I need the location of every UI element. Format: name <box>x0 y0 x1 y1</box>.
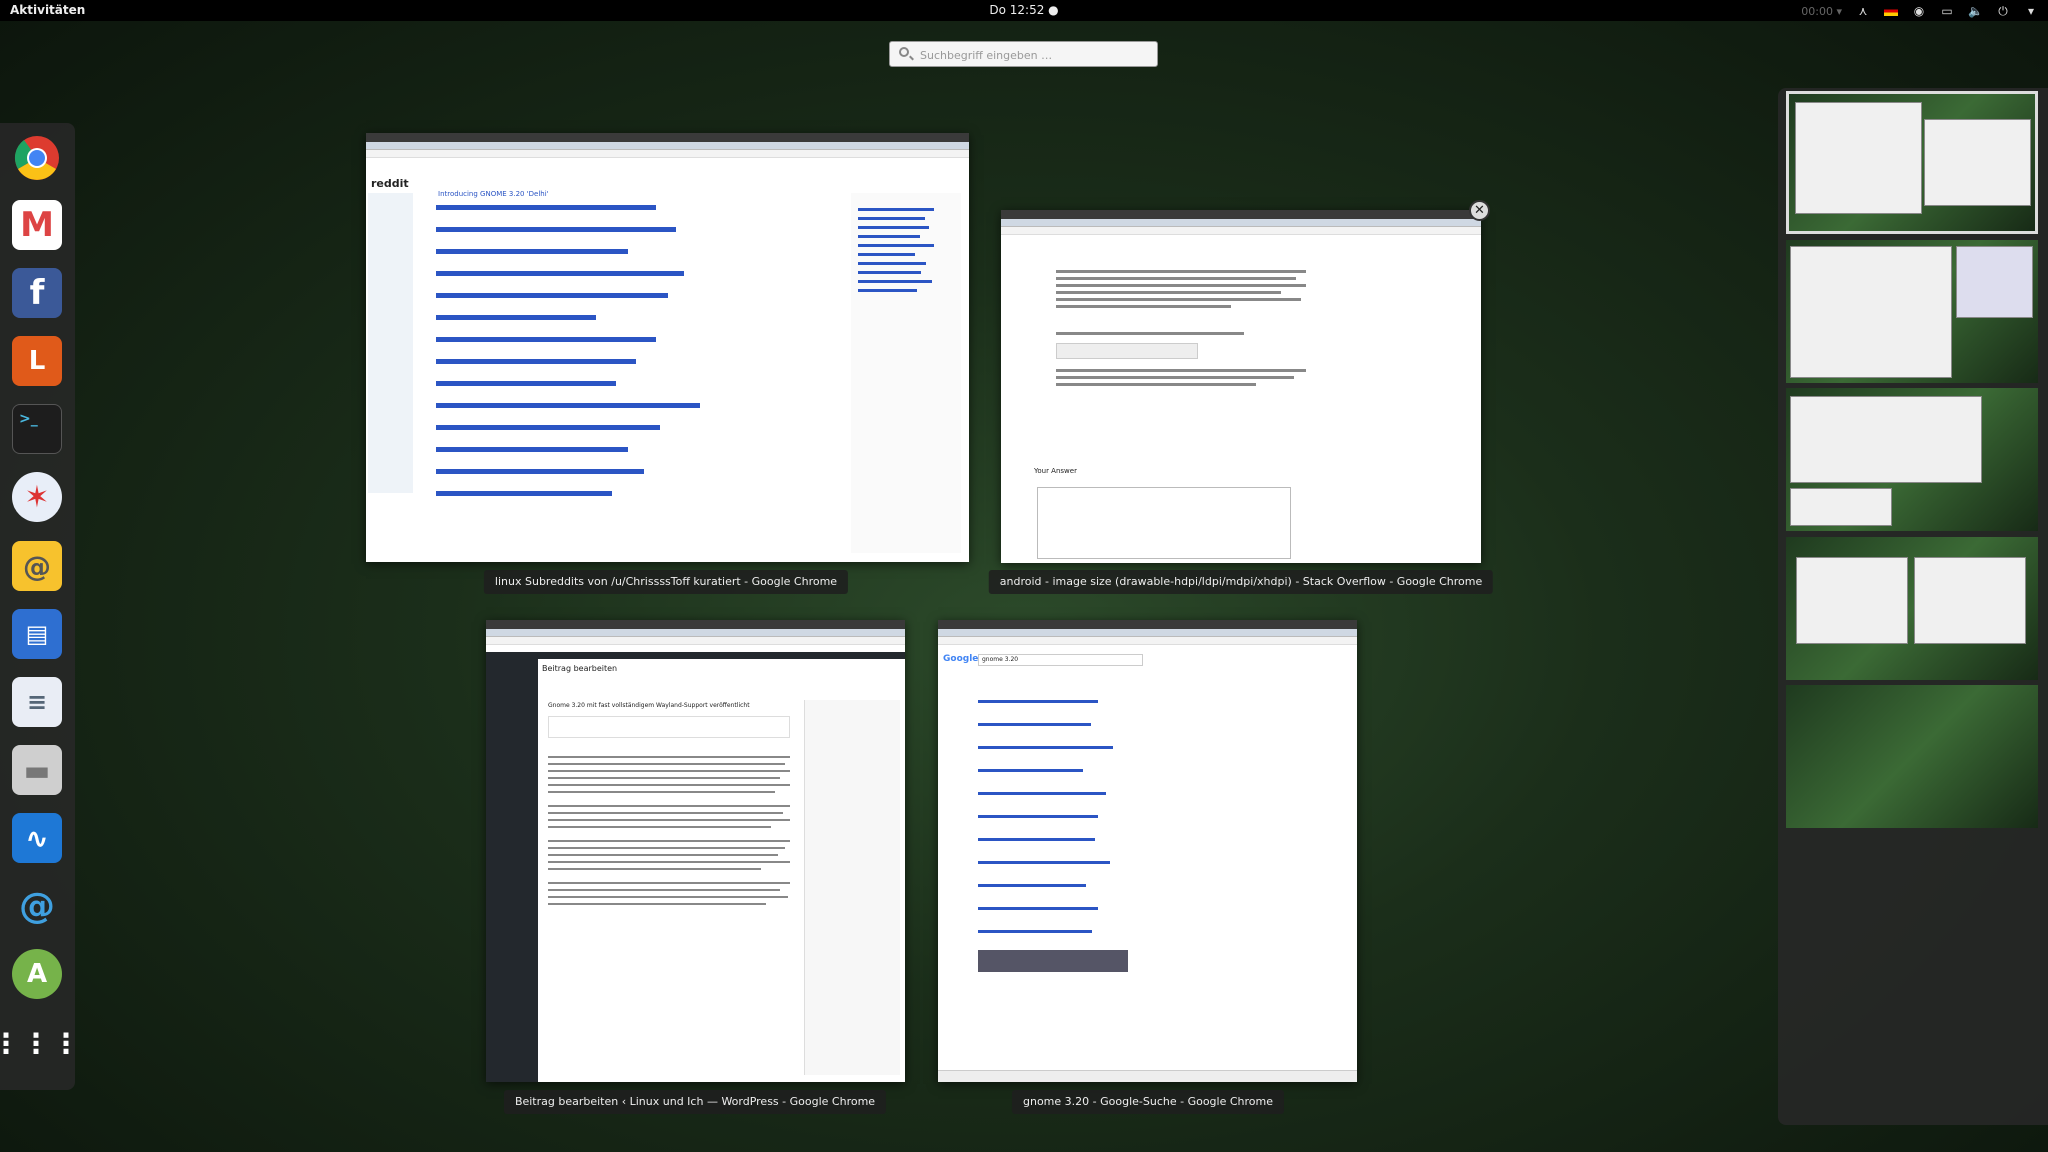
workspace-4[interactable] <box>1786 537 2038 680</box>
text-editor-icon[interactable]: ≡ <box>12 677 62 727</box>
wp-admin-menu <box>486 659 538 1082</box>
google-query: gnome 3.20 <box>978 654 1143 666</box>
wp-heading: Beitrag bearbeiten <box>542 664 618 673</box>
answer-editor <box>1037 487 1291 559</box>
facebook-icon[interactable]: f <box>12 268 62 318</box>
timer-indicator[interactable]: 00:00 ▾ <box>1801 5 1842 18</box>
window-wordpress[interactable]: Beitrag bearbeiten Gnome 3.20 mit fast v… <box>486 620 905 1082</box>
clock[interactable]: Do 12:52 <box>989 3 1044 17</box>
chevron-down-icon[interactable]: ▾ <box>2024 4 2038 18</box>
window-caption: linux Subreddits von /u/ChrissssToff kur… <box>483 570 849 594</box>
google-logo: Google <box>943 654 979 664</box>
downloads-bar <box>938 1070 1357 1082</box>
workspace-5[interactable] <box>1786 685 2038 828</box>
window-caption: Beitrag bearbeiten ‹ Linux und Ich — Wor… <box>503 1090 887 1114</box>
window-reddit[interactable]: reddit Introducing GNOME 3.20 'Delhi' <box>366 133 969 562</box>
document-viewer-icon[interactable]: ▤ <box>12 609 62 659</box>
reddit-logo: reddit <box>371 177 409 190</box>
wp-sidebar-boxes <box>804 700 900 1075</box>
spiral-app-icon[interactable]: @ <box>12 881 62 931</box>
power-icon[interactable]: ⏻ <box>1996 4 2010 18</box>
workspace-2[interactable] <box>1786 240 2038 383</box>
window-stackoverflow[interactable]: Your Answer <box>1001 210 1481 563</box>
wp-post-title: Gnome 3.20 mit fast vollständigem Waylan… <box>548 702 750 709</box>
your-answer-label: Your Answer <box>1034 467 1077 475</box>
display-icon[interactable]: ▭ <box>1940 4 1954 18</box>
volume-icon[interactable]: 🔈 <box>1968 4 1983 18</box>
show-apps-icon[interactable]: ⋮⋮⋮ <box>0 1018 80 1068</box>
workspace-switcher <box>1778 88 2048 1125</box>
accessibility-icon[interactable]: ⋏ <box>1856 4 1870 18</box>
window-caption: android - image size (drawable-hdpi/ldpi… <box>988 570 1494 594</box>
terminal-icon[interactable]: >_ <box>12 404 62 454</box>
workspace-1[interactable] <box>1786 91 2038 234</box>
keyboard-layout-flag-icon[interactable] <box>1884 6 1898 16</box>
system-tray: 00:00 ▾ ⋏ ◉ ▭ 🔈 ⏻ ▾ <box>1801 2 2038 20</box>
google-image-strip <box>978 950 1128 972</box>
gmail-icon[interactable]: M <box>12 200 62 250</box>
chrome-icon[interactable] <box>12 133 62 183</box>
timer-value: 00:00 <box>1801 4 1833 18</box>
search-input[interactable] <box>918 45 1152 65</box>
chat-icon[interactable]: ◉ <box>1912 4 1926 18</box>
search-icon <box>899 47 909 57</box>
window-google[interactable]: Google gnome 3.20 <box>938 620 1357 1082</box>
system-monitor-icon[interactable]: ∿ <box>12 813 62 863</box>
close-icon[interactable]: ✕ <box>1469 200 1490 221</box>
window-caption: gnome 3.20 - Google-Suche - Google Chrom… <box>1011 1090 1285 1114</box>
mail-icon[interactable]: @ <box>12 541 62 591</box>
top-bar: Aktivitäten Do 12:52 ● 00:00 ▾ ⋏ ◉ ▭ 🔈 ⏻… <box>0 0 2048 21</box>
notification-dot: ● <box>1044 3 1059 17</box>
l-app-icon[interactable]: L <box>12 336 62 386</box>
files-icon[interactable]: ▬ <box>12 745 62 795</box>
wp-admin-bar <box>486 652 905 659</box>
search-box[interactable] <box>889 41 1158 67</box>
safari-icon[interactable]: ✶ <box>12 472 62 522</box>
android-studio-icon[interactable]: A <box>12 949 62 999</box>
dash: M f L >_ ✶ @ ▤ ≡ ▬ ∿ @ A ⋮⋮⋮ <box>0 123 80 1090</box>
workspace-3[interactable] <box>1786 388 2038 531</box>
